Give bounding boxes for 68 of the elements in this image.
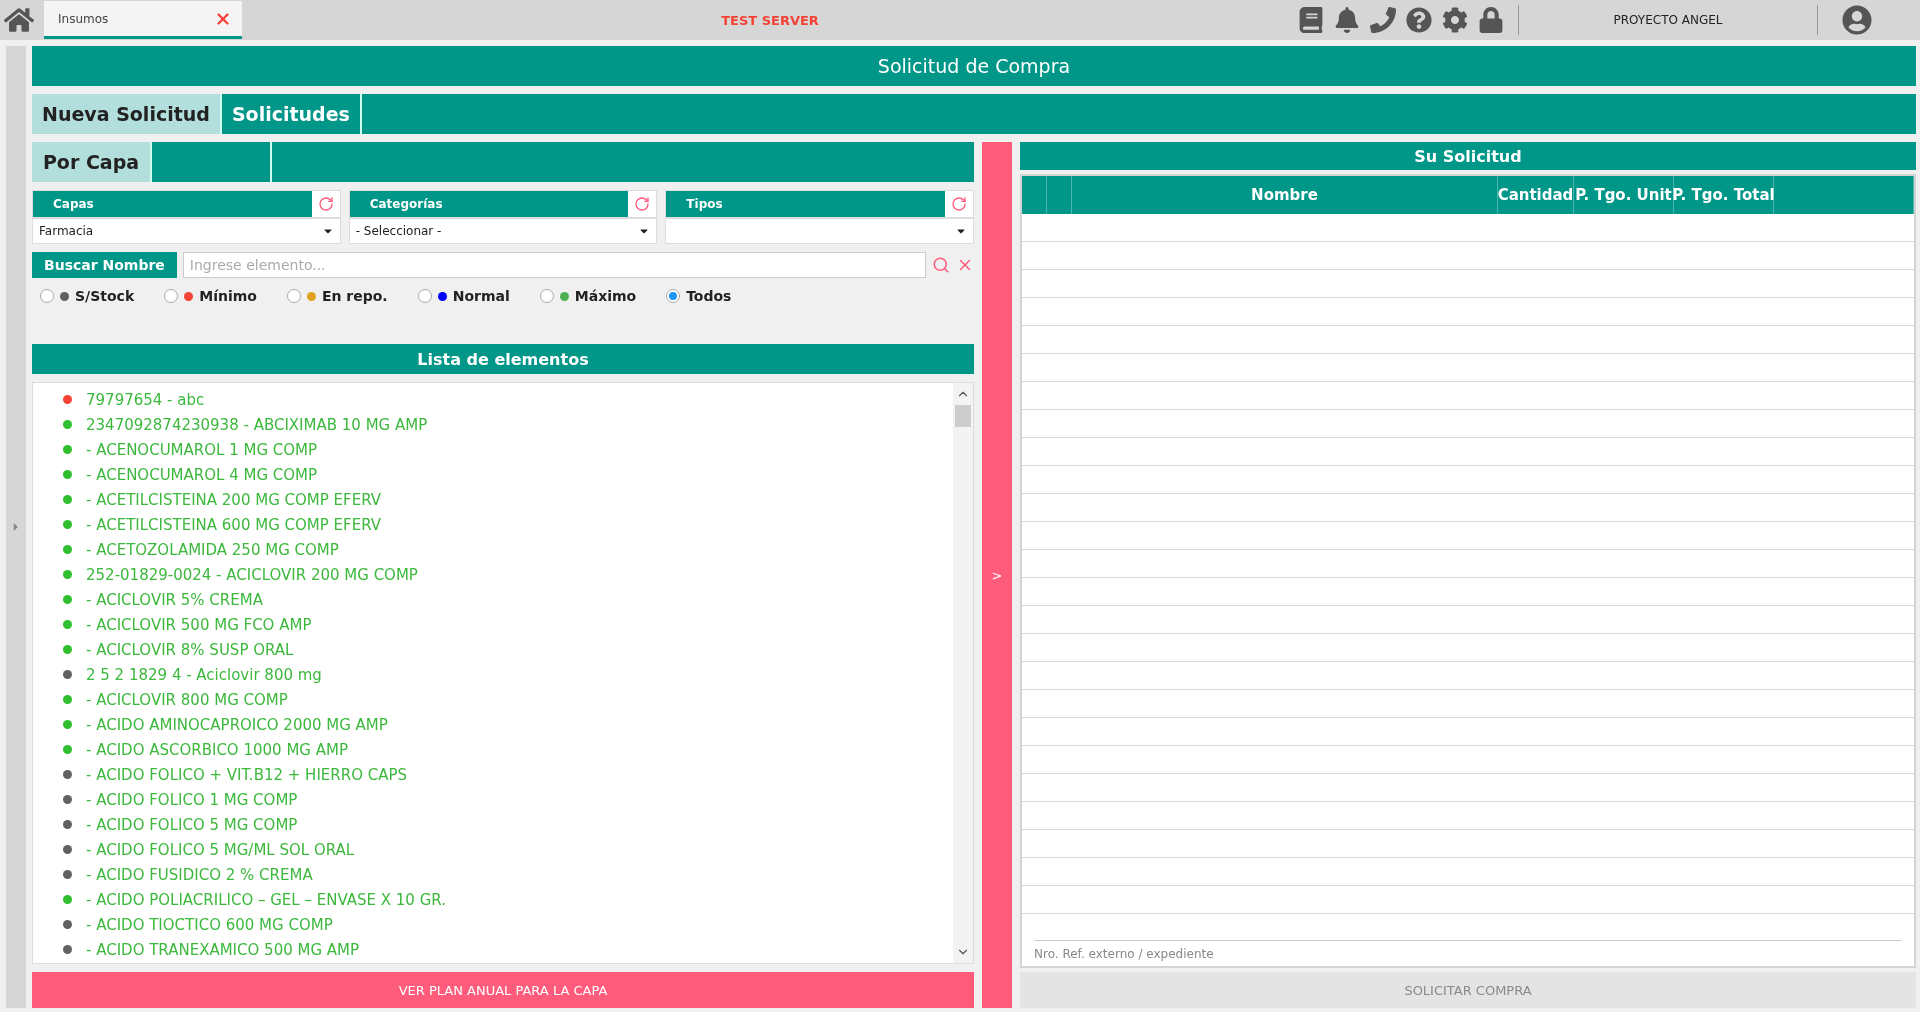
column-header: Cantidad [1498,176,1574,214]
list-item[interactable]: - ACICLOVIR 8% SUSP ORAL [86,640,294,659]
filter-label: Capas [33,191,312,217]
main-tab[interactable]: Nueva Solicitud [32,94,222,134]
list-item[interactable]: - ACETILCISTEINA 200 MG COMP EFERV [86,490,382,509]
filter-label: Categorías [349,191,629,217]
list-item[interactable]: - ACIDO TIOCTICO 600 MG COMP [86,915,333,934]
transfer-button[interactable]: > [982,142,1012,1008]
list-item[interactable]: - ACIDO FOLICO 5 MG/ML SOL ORAL [86,840,355,859]
radio-button[interactable] [417,289,432,303]
help-icon[interactable] [1406,7,1432,33]
list-item[interactable]: - ACICLOVIR 500 MG FCO AMP [86,615,312,634]
user-avatar-icon[interactable] [1842,5,1872,35]
list-item[interactable]: - ACENOCUMAROL 4 MG COMP [86,465,318,484]
radio-label: Normal [452,288,510,304]
radio-label: Todos [686,288,732,304]
search-name-button[interactable]: Buscar Nombre [32,252,177,278]
search-field[interactable]: Ingrese elemento... [182,252,926,278]
list-item[interactable]: 2347092874230938 - ABCIXIMAB 10 MG AMP [86,415,428,434]
dropdown-field[interactable] [665,218,974,244]
request-header: Su Solicitud [1020,142,1916,170]
page-title: Solicitud de Compra [32,46,1916,86]
project-name: PROYECTO ANGEL [1612,13,1724,27]
book-icon[interactable] [1298,7,1324,33]
radio-button[interactable] [666,289,681,303]
radio-button[interactable] [40,289,54,303]
radio-label: Mínimo [199,288,257,304]
document-tab[interactable]: Insumos [44,1,242,39]
dropdown-field[interactable]: Farmacia [32,218,341,244]
scrollbar-thumb[interactable] [955,405,971,427]
server-label: TEST SERVER [720,12,820,28]
annual-plan-button[interactable]: VER PLAN ANUAL PARA LA CAPA [32,972,974,1008]
list-item[interactable]: - ACIDO ASCORBICO 1000 MG AMP [86,740,348,759]
radio-button[interactable] [286,289,301,303]
list-item[interactable]: - ACIDO TRANEXAMICO 500 MG AMP [86,940,360,959]
filter-label: Tipos [666,191,945,217]
radio-label: En repo. [321,288,388,304]
column-header: P. Tgo. Unit [1574,176,1674,214]
scrollbar[interactable] [953,383,973,963]
search-icon[interactable] [932,256,950,274]
column-header: Nombre [1072,176,1498,214]
radio-label: S/Stock [75,288,135,304]
list-item[interactable]: 2 5 2 1829 4 - Aciclovir 800 mg [86,665,322,684]
list-item[interactable]: - ACETOZOLAMIDA 250 MG COMP [86,540,339,559]
list-item[interactable]: - ACIDO FOLICO + VIT.B12 + HIERRO CAPS [86,765,408,784]
phone-icon[interactable] [1370,7,1396,33]
lock-icon[interactable] [1478,7,1504,33]
list-item[interactable]: - ACIDO AMINOCAPROICO 2000 MG AMP [86,715,388,734]
list-item[interactable]: - ACIDO FUSIDICO 2 % CREMA [86,865,313,884]
sub-tab[interactable]: Por Capa [32,142,152,182]
list-item[interactable]: - ACIDO POLIACRILICO – GEL – ENVASE X 10 GR. [86,890,446,909]
dropdown-field[interactable]: - Seleccionar - [348,218,658,244]
list-item[interactable]: 79797654 - abc [86,390,205,409]
list-item[interactable]: - ACICLOVIR 5% CREMA [86,590,263,609]
sidebar-toggle[interactable] [6,46,26,1008]
home-icon[interactable] [4,5,34,35]
radio-label: Máximo [574,288,637,304]
list-item[interactable]: - ACETILCISTEINA 600 MG COMP EFERV [86,515,382,534]
list-item[interactable]: - ACENOCUMAROL 1 MG COMP [86,440,318,459]
settings-icon[interactable] [1442,7,1468,33]
radio-button[interactable] [539,289,554,303]
bell-icon[interactable] [1334,7,1360,33]
list-item[interactable]: - ACICLOVIR 800 MG COMP [86,690,288,709]
list-header: Lista de elementos [32,344,974,374]
list-item[interactable]: 252-01829-0024 - ACICLOVIR 200 MG COMP [86,565,418,584]
list-item[interactable]: - ACIDO FOLICO 1 MG COMP [86,790,298,809]
list-item[interactable]: - ACIDO FOLICO 5 MG COMP [86,815,298,834]
radio-button[interactable] [164,289,179,303]
